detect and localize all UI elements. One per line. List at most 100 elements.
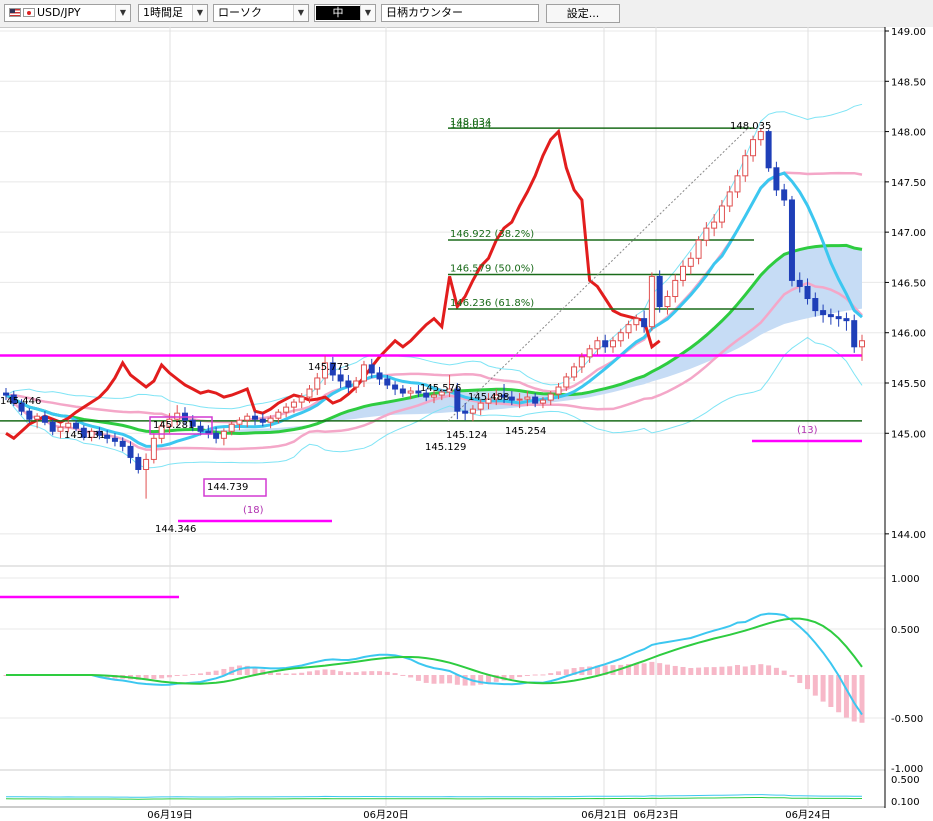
price-label: 144.739 (207, 482, 248, 493)
counter-label: (18) (243, 505, 264, 516)
axis-background (885, 27, 933, 821)
candle-body (804, 285, 811, 300)
price-labels: 145.446 145.131 145.281 144.739 144.346 145.7… (0, 120, 929, 599)
grid (0, 27, 933, 808)
counter-field[interactable]: 日柄カウンター (381, 4, 539, 22)
candle-body (516, 398, 523, 401)
lower-tick-label: -1.000 (891, 764, 923, 775)
histogram-bar (812, 675, 818, 696)
candle-body (244, 415, 251, 421)
candle-body (625, 324, 632, 334)
candle-body (174, 412, 181, 420)
candle-body (197, 425, 204, 432)
price-tick-label: 147.50 (891, 178, 926, 189)
candle-body (773, 167, 780, 191)
date-tick-label: 06月24日 (785, 809, 830, 821)
histogram-bar (664, 664, 670, 675)
price-axis: 149.00 148.50 148.00 147.50 147.00 146.50 146.… (884, 27, 933, 821)
candle-body (314, 377, 321, 390)
candle-body (306, 388, 313, 398)
candle-body (718, 205, 725, 223)
candle-body (236, 419, 243, 425)
histogram-bar (766, 665, 772, 675)
candle-body (345, 380, 352, 388)
chart-style-select[interactable]: ローソク ▼ (213, 4, 309, 22)
candle-body (407, 390, 414, 394)
histogram-bar (198, 673, 204, 675)
cloud-area (6, 245, 862, 434)
candle-body (648, 275, 655, 328)
histogram-bar (213, 670, 219, 675)
symbol-label: USD/JPY (37, 6, 81, 19)
timeframe-select[interactable]: 1時間足 ▼ (138, 4, 208, 22)
price-tick-label: 146.50 (891, 278, 926, 289)
histogram-bar (353, 672, 359, 675)
candle-body (796, 279, 803, 287)
histogram-bar (758, 664, 764, 675)
histogram-bar (797, 675, 803, 684)
histogram-bar (820, 675, 826, 702)
candle-body (571, 366, 578, 378)
candle-body (750, 139, 757, 157)
lower-line (5, 794, 862, 798)
candle-body (672, 279, 679, 298)
histogram-bar (742, 666, 748, 675)
candle-body (734, 175, 741, 193)
candle-body (353, 380, 360, 388)
size-label: 中 (316, 6, 360, 20)
candle-body (462, 410, 469, 414)
histogram-bar (306, 671, 312, 675)
histogram-bar (314, 670, 320, 675)
candle-body (477, 402, 484, 410)
candle-body (57, 426, 64, 432)
candle-body (298, 396, 305, 403)
price-label: 145.281 (153, 420, 194, 431)
candle-body (508, 396, 515, 401)
candle-body (73, 422, 80, 429)
histogram-bar (828, 675, 834, 707)
histogram-bar (159, 675, 165, 679)
price-label: 145.773 (308, 362, 349, 373)
price-label: 145.576 (420, 383, 461, 394)
candle-body (119, 440, 126, 447)
candle-body (539, 399, 546, 404)
histogram-bar (190, 673, 196, 675)
candle-body (788, 199, 795, 281)
histogram-bar (805, 675, 811, 690)
candle-body (524, 396, 531, 400)
candle-body (695, 239, 702, 259)
histogram-bar (400, 674, 406, 676)
histogram-bar (781, 670, 787, 675)
price-label: 145.446 (0, 396, 41, 407)
histogram-bar (345, 672, 351, 675)
candle-body (609, 340, 616, 348)
candle-body (835, 316, 842, 320)
candle-body (726, 191, 733, 207)
histogram-bar (151, 675, 157, 680)
histogram-bar (672, 665, 678, 675)
chevron-down-icon: ▼ (360, 5, 375, 21)
time-axis: 06月19日 06月20日 06月21日 06月23日 06月24日 (147, 809, 830, 821)
candle-body (34, 415, 41, 420)
oscillator-panel (3, 612, 865, 800)
us-flag-icon (9, 8, 21, 17)
symbol-select[interactable]: USD/JPY ▼ (4, 4, 131, 22)
histogram-bar (291, 673, 297, 675)
date-tick-label: 06月23日 (633, 809, 678, 821)
settings-button[interactable]: 設定... (546, 4, 620, 23)
price-label: 145.129 (425, 442, 466, 453)
candle-body (150, 437, 157, 460)
histogram-bar (727, 666, 733, 675)
histogram-bar (711, 667, 717, 675)
histogram-bar (548, 673, 554, 675)
size-select[interactable]: 中 ▼ (314, 4, 376, 22)
histogram-bar (377, 671, 383, 675)
candle-body (267, 417, 274, 423)
histogram-bar (773, 667, 779, 675)
candle-body (127, 445, 134, 458)
candle-body (283, 406, 290, 413)
histogram-bar (680, 666, 686, 675)
histogram-bar (423, 675, 429, 683)
date-tick-label: 06月21日 (581, 809, 626, 821)
price-tick-label: 144.00 (891, 530, 926, 541)
